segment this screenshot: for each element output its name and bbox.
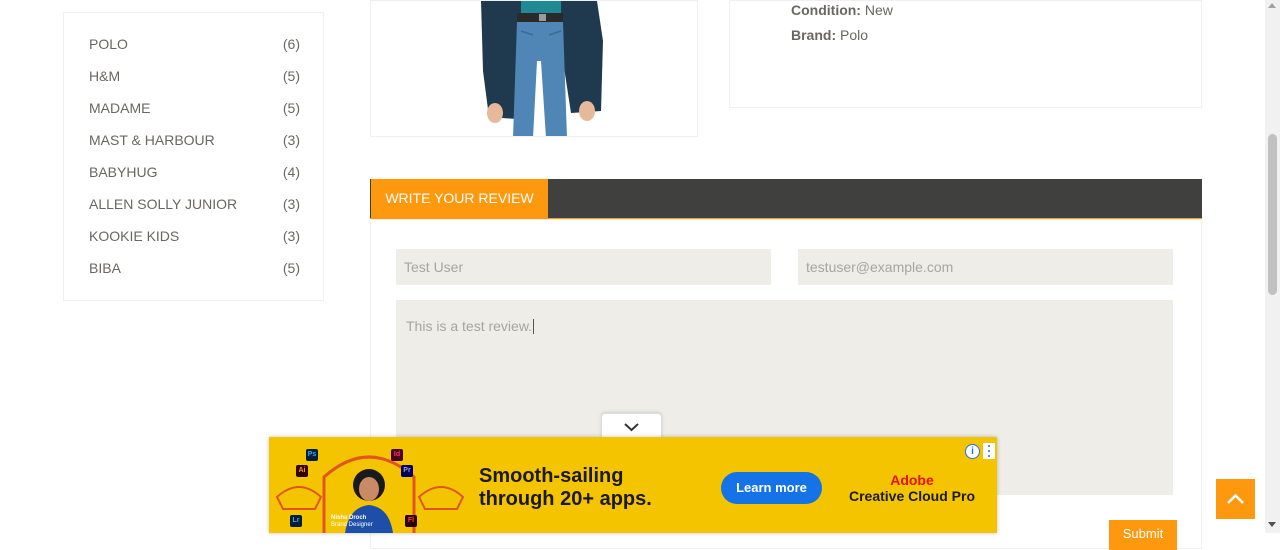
brand-count: (5) [282,100,300,116]
ad-info-icon[interactable]: i [965,444,980,459]
pr-icon: Pr [401,465,413,477]
ad-options-icon[interactable] [983,443,995,459]
brand-name: BIBA [89,260,121,276]
ad-headline-line1: Smooth-sailing [479,465,624,487]
scroll-down-arrow-icon[interactable] [1268,522,1276,527]
tab-write-review[interactable]: Write Your Review [371,179,548,218]
scroll-to-top-button[interactable] [1216,479,1255,519]
submit-button[interactable]: Submit [1109,520,1177,550]
email-input[interactable] [798,249,1173,285]
ad-person-title: Brand Designer [331,522,373,528]
ad-learn-more-button[interactable]: Learn more [721,472,822,504]
brand-name: H&M [89,68,121,84]
fl-icon: Fl [405,515,417,527]
ad-banner[interactable]: Ps Id Ai Pr Lr Fl Nisha Droch Brand Desi… [269,437,997,533]
ad-brand-logo: Adobe Creative Cloud Pro [847,472,977,504]
review-text-value: This is a test review. [406,318,533,334]
brand-name: BABYHUG [89,164,158,180]
brand-count: (3) [282,132,300,148]
brand-item-madame[interactable]: MADAME (5) [89,100,300,120]
id-icon: Id [391,449,403,461]
chevron-up-icon [1227,493,1244,504]
brand-name: MAST & HARBOUR [89,132,215,148]
brand-count: (3) [282,228,300,244]
brand-count: (5) [282,68,300,84]
lr-icon: Lr [290,515,302,527]
brand-item-polo[interactable]: POLO (6) [89,36,300,56]
ai-icon: Ai [296,465,308,477]
brand-item-biba[interactable]: BIBA (5) [89,260,300,280]
ad-headline: Smooth-sailing through 20+ apps. [479,465,652,511]
ad-person-name: Nisha Droch [331,515,367,521]
condition-value: New [864,2,893,18]
condition-label: Condition: [791,2,861,18]
brand-label: Brand: [791,27,837,43]
review-tab-bar: Write Your Review [370,179,1202,219]
page-scrollbar[interactable] [1265,0,1280,533]
ad-person-caption: Nisha Droch Brand Designer [331,515,373,529]
scroll-up-arrow-icon[interactable] [1268,3,1276,8]
brand-item-allen-solly-junior[interactable]: ALLEN SOLLY JUNIOR (3) [89,196,300,216]
brand-item-kookie-kids[interactable]: KOOKIE KIDS (3) [89,228,300,248]
brand-count: (3) [282,196,300,212]
brand-count: (5) [282,260,300,276]
name-input[interactable] [396,249,771,285]
brand-count: (6) [282,36,300,52]
product-image [370,0,698,137]
ad-brand-line2: Creative Cloud Pro [848,488,976,504]
scrollbar-thumb[interactable] [1268,134,1277,295]
brand-item-babyhug[interactable]: BABYHUG (4) [89,164,300,184]
brand-count: (4) [282,164,300,180]
text-caret [533,319,535,334]
model-figure [481,1,603,136]
brands-panel: POLO (6) H&M (5) MADAME (5) MAST & HARBO… [63,12,324,301]
brand-value: Polo [840,27,869,43]
brand-name: POLO [89,36,128,52]
brand-name: MADAME [89,100,151,116]
brand-line: Brand: Polo [791,27,868,43]
product-info: Condition: New Brand: Polo [729,0,1202,108]
brand-name: ALLEN SOLLY JUNIOR [89,196,238,212]
ad-brand-line1: Adobe [890,472,934,488]
brand-item-mast-harbour[interactable]: MAST & HARBOUR (3) [89,132,300,152]
brand-item-hm[interactable]: H&M (5) [89,68,300,88]
ps-icon: Ps [306,449,318,461]
brand-name: KOOKIE KIDS [89,228,180,244]
ad-headline-line2: through 20+ apps. [479,488,652,510]
condition-line: Condition: New [791,2,893,18]
